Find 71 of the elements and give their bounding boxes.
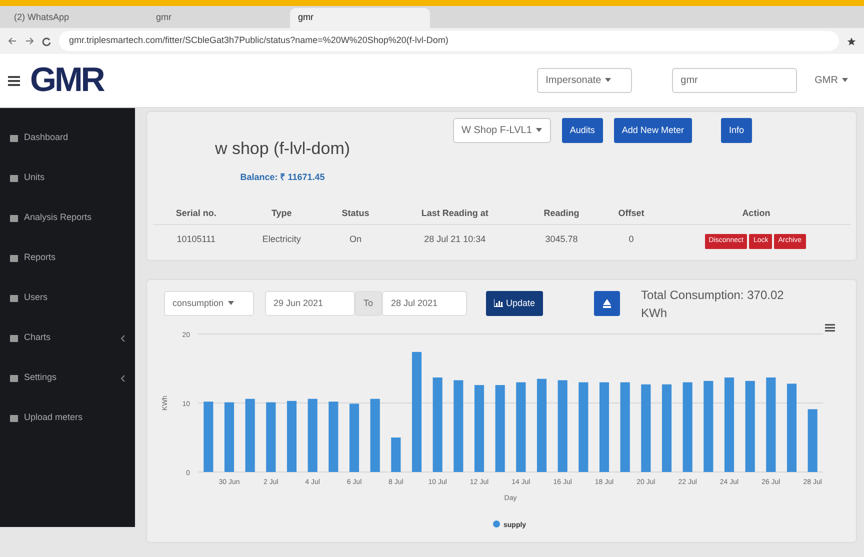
column-header: Action (662, 202, 850, 224)
table-cell: 0 (600, 224, 662, 254)
metric-select[interactable]: consumption (164, 290, 254, 316)
bar (348, 403, 359, 472)
column-header: Last Reading at (387, 202, 522, 224)
menu-item-icon (10, 174, 18, 182)
sidebar-item[interactable]: Settings (0, 358, 135, 398)
column-header: Serial no. (152, 202, 240, 224)
sidebar-item[interactable]: Reports (0, 238, 135, 278)
menu-icon[interactable] (824, 324, 834, 332)
menu-item-icon (10, 294, 18, 302)
forward-icon[interactable] (25, 37, 34, 45)
sidebar-item[interactable]: Charts (0, 318, 135, 358)
menu-item-icon (10, 374, 18, 382)
star-icon[interactable] (847, 36, 856, 46)
column-header: Type (240, 202, 324, 224)
table-cell: 10105111 (152, 224, 240, 254)
chevron-icon (121, 334, 125, 342)
address-bar[interactable]: gmr.triplesmartech.com/fitter/SCbleGat3h7Public/status?name=%20W%20Shop%20(f-lvl-Dom) (59, 31, 839, 51)
to-label: To (354, 290, 382, 316)
chart-icon (494, 299, 504, 308)
logo: GMR (30, 60, 104, 101)
download-button[interactable] (594, 290, 620, 316)
sidebar-item[interactable]: Units (0, 158, 135, 198)
menu-item-icon (10, 134, 18, 142)
unit-title: w shop (f-lvl-dom) (214, 138, 352, 160)
reload-icon[interactable] (42, 36, 51, 46)
back-icon[interactable] (8, 37, 17, 45)
browser-tab[interactable]: gmr (148, 8, 288, 28)
impersonate-dropdown[interactable]: Impersonate (536, 68, 632, 93)
action-button[interactable]: Info (720, 118, 752, 143)
browser-tab[interactable]: (2) WhatsApp (6, 8, 146, 28)
bar (203, 401, 213, 472)
bar (286, 400, 296, 472)
column-header: Reading (522, 202, 601, 224)
chevron-icon (121, 374, 125, 382)
caret-icon (842, 78, 848, 82)
sidebar-item[interactable]: Users (0, 278, 135, 318)
menu-icon[interactable] (8, 76, 20, 86)
table-cell: On (324, 224, 388, 254)
sidebar-item[interactable]: Analysis Reports (0, 198, 135, 238)
menu-item-icon (10, 214, 18, 222)
menu-item-icon (10, 414, 18, 422)
menu-item-icon (10, 254, 18, 262)
bar (390, 437, 400, 472)
sidebar-item[interactable]: Upload meters (0, 398, 135, 438)
from-date-field[interactable]: 29 Jun 2021 (264, 290, 354, 316)
bar (328, 401, 338, 472)
balance-text: Balance: ₹ 11671.45 (239, 171, 326, 184)
meter-select[interactable]: W Shop F-LVL1 (452, 118, 551, 142)
bar (224, 402, 234, 472)
site-select[interactable]: gmr (672, 68, 797, 93)
sidebar-item[interactable]: Dashboard (0, 118, 135, 158)
table-cell: 28 Jul 21 10:34 (387, 224, 522, 254)
bar (266, 402, 276, 472)
table-cell: Electricity (240, 224, 324, 254)
browser-tab[interactable]: gmr (290, 8, 430, 28)
action-button[interactable]: Audits (562, 118, 603, 143)
action-button[interactable]: Add New Meter (614, 118, 692, 143)
caret-icon (228, 301, 234, 306)
download-icon (602, 298, 612, 308)
column-header: Offset (600, 202, 662, 224)
caret-icon (605, 78, 612, 82)
update-button[interactable]: Update (486, 290, 544, 316)
total-consumption: Total Consumption: 370.02 KWh (641, 286, 785, 322)
menu-item-icon (10, 334, 18, 342)
caret-icon (536, 128, 542, 132)
column-header: Status (324, 202, 388, 224)
table-cell: 3045.78 (522, 224, 601, 254)
to-date-field[interactable]: 28 Jul 2021 (382, 290, 468, 316)
bar (807, 408, 817, 472)
